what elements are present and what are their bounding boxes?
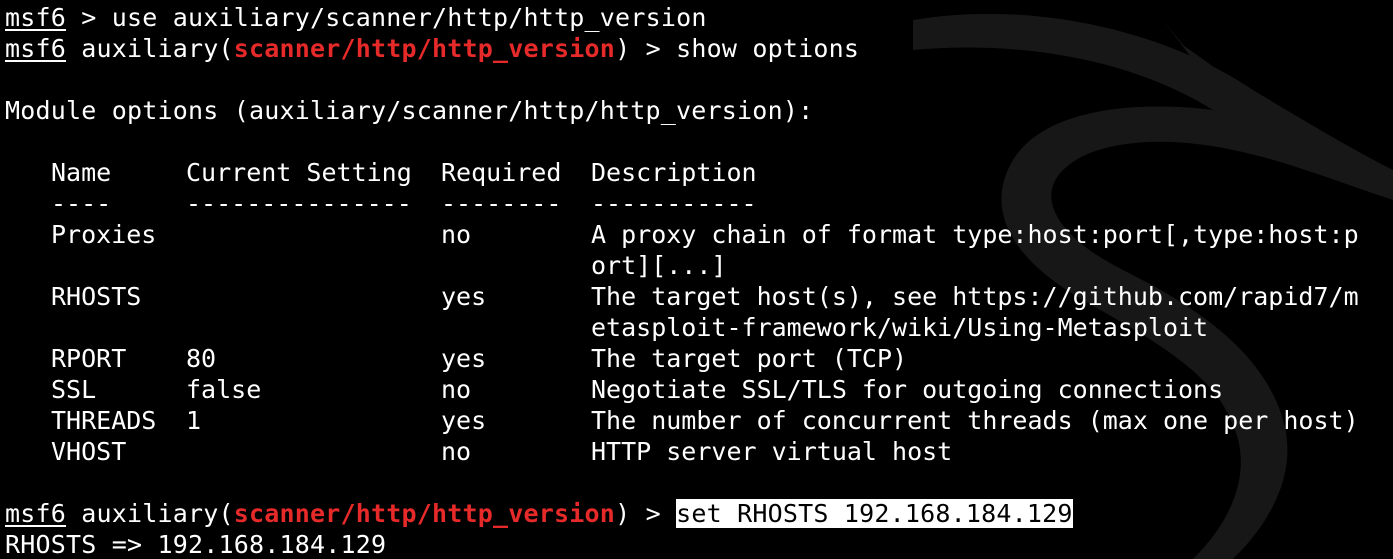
rhosts-output: RHOSTS => 192.168.184.129 <box>5 530 387 559</box>
module-suffix: ) > <box>615 34 677 63</box>
row-name: SSL <box>51 375 97 404</box>
row-description: HTTP server virtual host <box>591 437 953 466</box>
row-name: THREADS <box>51 406 157 435</box>
command-line-3: msf6 auxiliary(scanner/http/http_version… <box>5 498 1073 529</box>
row-setting: 80 <box>186 344 217 373</box>
row-name: Proxies <box>51 220 157 249</box>
separator-name: ---- <box>51 189 112 218</box>
module-prefix: auxiliary( <box>66 499 234 528</box>
separator-current-setting: --------------- <box>186 189 412 218</box>
row-description: A proxy chain of format type:host:port[,… <box>591 220 1359 249</box>
module-prefix: auxiliary( <box>66 34 234 63</box>
row-setting: 1 <box>186 406 202 435</box>
row-description-cont: ort][...] <box>591 251 727 280</box>
kali-dragon-icon <box>913 13 1393 559</box>
prompt-label: msf6 <box>5 499 67 528</box>
module-options-heading: Module options (auxiliary/scanner/http/h… <box>5 96 814 125</box>
header-name: Name <box>51 158 112 187</box>
row-description: The target port (TCP) <box>591 344 908 373</box>
row-required: yes <box>441 344 487 373</box>
row-name: RPORT <box>51 344 127 373</box>
module-name: scanner/http/http_version <box>233 499 616 528</box>
module-name: scanner/http/http_version <box>233 34 616 63</box>
show-options-command: show options <box>676 34 860 63</box>
row-name: VHOST <box>51 437 127 466</box>
separator-required: -------- <box>441 189 562 218</box>
terminal-window[interactable]: msf6 > use auxiliary/scanner/http/http_v… <box>0 0 1393 559</box>
row-required: yes <box>441 406 487 435</box>
row-required: no <box>441 220 472 249</box>
header-current-setting: Current Setting <box>186 158 412 187</box>
separator-description: ----------- <box>591 189 757 218</box>
header-required: Required <box>441 158 562 187</box>
use-command-text: > use auxiliary/scanner/http/http_versio… <box>66 3 707 32</box>
row-description-cont: etasploit-framework/wiki/Using-Metasploi… <box>591 313 1209 342</box>
row-setting: false <box>186 375 262 404</box>
module-suffix: ) > <box>615 499 677 528</box>
row-required: yes <box>441 282 487 311</box>
command-line-1: msf6 > use auxiliary/scanner/http/http_v… <box>5 2 707 33</box>
row-required: no <box>441 375 472 404</box>
set-rhosts-command[interactable]: set RHOSTS 192.168.184.129 <box>676 499 1073 528</box>
prompt-label: msf6 <box>5 3 67 32</box>
row-description: Negotiate SSL/TLS for outgoing connectio… <box>591 375 1224 404</box>
command-line-2: msf6 auxiliary(scanner/http/http_version… <box>5 33 859 64</box>
row-description: The target host(s), see https://github.c… <box>591 282 1359 311</box>
row-description: The number of concurrent threads (max on… <box>591 406 1359 435</box>
prompt-label: msf6 <box>5 34 67 63</box>
row-name: RHOSTS <box>51 282 142 311</box>
row-required: no <box>441 437 472 466</box>
header-description: Description <box>591 158 757 187</box>
